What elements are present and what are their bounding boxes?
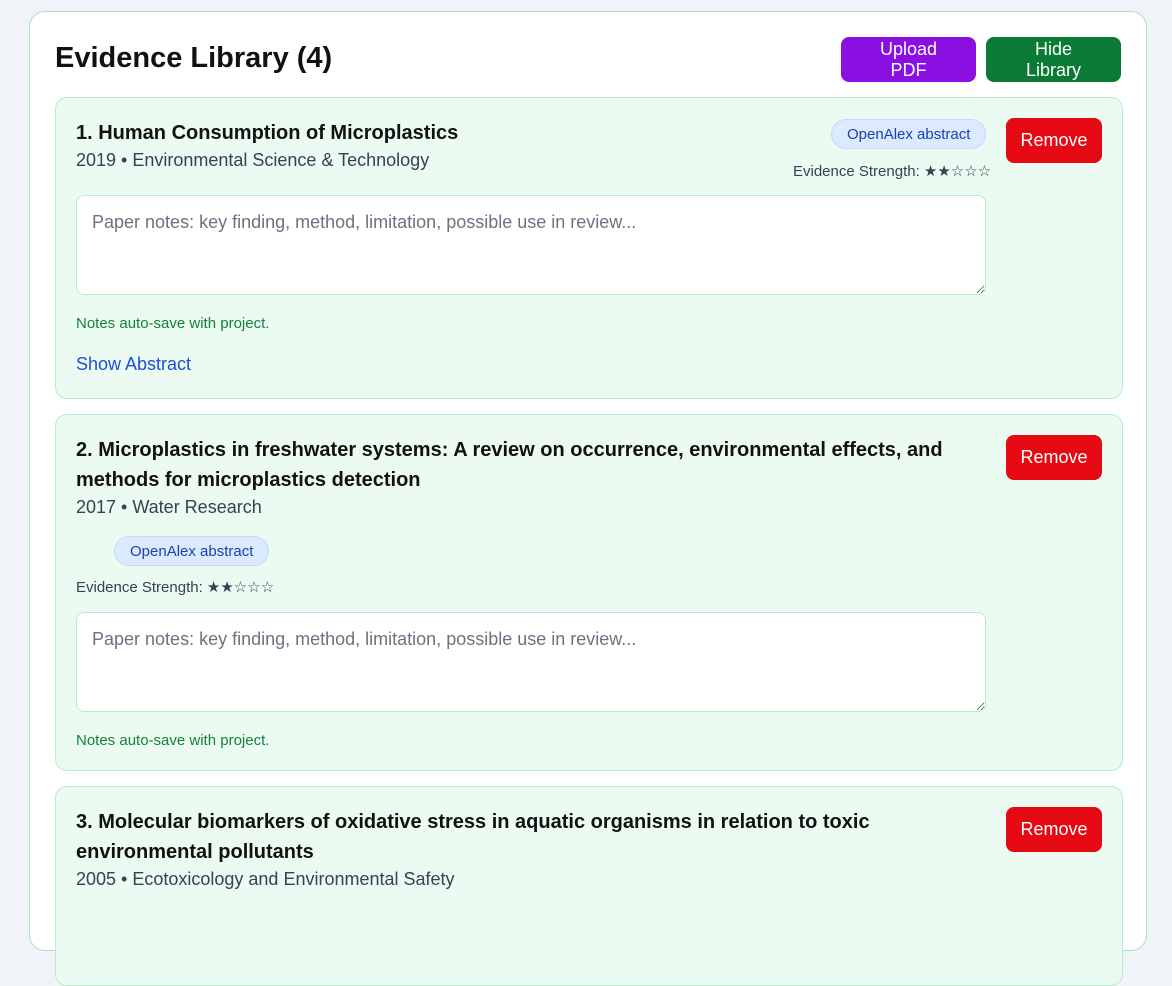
library-header: Evidence Library (4) Upload PDF Hide Lib… xyxy=(55,37,1121,83)
paper-card-2: 2. Microplastics in freshwater systems: … xyxy=(55,414,1123,771)
remove-button[interactable]: Remove xyxy=(1006,118,1102,163)
paper-notes-field[interactable] xyxy=(76,195,986,295)
paper-notes-field[interactable] xyxy=(76,612,986,712)
hide-library-button[interactable]: Hide Library xyxy=(986,37,1121,82)
paper-title: 2. Microplastics in freshwater systems: … xyxy=(76,435,943,495)
evidence-library-panel: Evidence Library (4) Upload PDF Hide Lib… xyxy=(29,11,1147,986)
evidence-strength: Evidence Strength: ★★☆☆☆ xyxy=(793,163,992,180)
paper-title-line-1: 3. Molecular biomarkers of oxidative str… xyxy=(76,811,870,833)
paper-meta: 2005 • Ecotoxicology and Environmental S… xyxy=(76,869,455,889)
paper-card-3: 3. Molecular biomarkers of oxidative str… xyxy=(55,786,1123,986)
autosave-note: Notes auto-save with project. xyxy=(76,732,270,749)
remove-button[interactable]: Remove xyxy=(1006,807,1102,852)
remove-button[interactable]: Remove xyxy=(1006,435,1102,480)
paper-title: 1. Human Consumption of Microplastics xyxy=(76,122,459,144)
paper-card-1: 1. Human Consumption of Microplastics 20… xyxy=(55,97,1123,399)
evidence-strength: Evidence Strength: ★★☆☆☆ xyxy=(76,579,275,596)
header-actions: Upload PDF Hide Library xyxy=(841,37,1121,82)
paper-title: 3. Molecular biomarkers of oxidative str… xyxy=(76,807,870,867)
show-abstract-link[interactable]: Show Abstract xyxy=(76,354,191,375)
source-badge: OpenAlex abstract xyxy=(831,119,987,149)
paper-meta: 2019 • Environmental Science & Technolog… xyxy=(76,150,430,170)
paper-title-line-2: environmental pollutants xyxy=(76,841,314,863)
source-badge: OpenAlex abstract xyxy=(114,536,270,566)
paper-title-line-1: 2. Microplastics in freshwater systems: … xyxy=(76,439,943,461)
upload-pdf-button[interactable]: Upload PDF xyxy=(841,37,976,82)
paper-meta: 2017 • Water Research xyxy=(76,497,262,517)
library-title: Evidence Library (4) xyxy=(55,42,333,74)
paper-title-line-2: methods for microplastics detection xyxy=(76,469,421,491)
autosave-note: Notes auto-save with project. xyxy=(76,315,270,332)
